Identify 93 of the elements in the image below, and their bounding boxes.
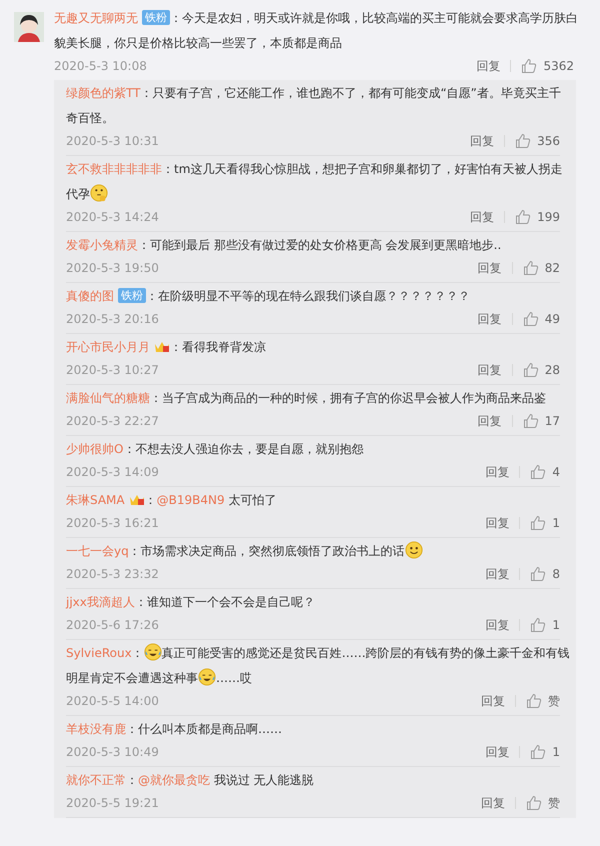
like-count: 17 bbox=[544, 413, 560, 430]
comment-time: 2020-5-3 14:09 bbox=[66, 464, 159, 481]
like-icon[interactable] bbox=[515, 133, 532, 149]
like-icon[interactable] bbox=[522, 413, 539, 429]
comment-text: 一七一会yq：市场需求决定商品，突然彻底领悟了政治书上的话 bbox=[66, 539, 572, 564]
fan-badge: 铁粉 bbox=[142, 10, 170, 25]
like-icon[interactable] bbox=[530, 744, 546, 760]
reply-link[interactable]: 回复 bbox=[485, 564, 510, 584]
like-icon[interactable] bbox=[526, 693, 542, 709]
like-count: 28 bbox=[544, 362, 560, 379]
fan-badge: 铁粉 bbox=[118, 288, 146, 303]
like-icon[interactable] bbox=[515, 209, 532, 225]
comment-text: 羊枝没有鹿：什么叫本质都是商品啊…… bbox=[66, 721, 283, 738]
comment-text: SylvieRoux： 真正可能受害的感觉还是贫民百姓……跨阶层的有钱有势的像土豪千金和有钱明星肯定不会遭遇这种事 ……哎 bbox=[66, 641, 572, 691]
username-link[interactable]: 少帅很帅O bbox=[66, 442, 124, 456]
comment-text: 无趣又无聊两无 铁粉 ：今天是农妇，明天或许就是你哦，比较高端的买主可能就会要求高学历肤白貌美长腿，你只是价格比较高一些罢了，本质都是商品 bbox=[54, 9, 579, 52]
reply-link[interactable]: 回复 bbox=[470, 207, 494, 227]
like-count: 49 bbox=[544, 311, 560, 328]
like-icon[interactable] bbox=[526, 795, 542, 811]
like-count: 82 bbox=[544, 260, 560, 277]
comment-text: 发霉小兔精灵：可能到最后 那些没有做过爱的处女价格更高 会发展到更黑暗地步.. bbox=[66, 237, 502, 254]
mention-link[interactable]: @就你最贪吃 bbox=[138, 773, 210, 787]
like-count: 1 bbox=[552, 617, 560, 634]
reply-link[interactable]: 回复 bbox=[485, 615, 510, 635]
laughing-tears-emoji-icon bbox=[144, 643, 162, 661]
comment-time: 2020-5-3 10:08 bbox=[54, 58, 147, 75]
username-link[interactable]: 朱琳SAMA bbox=[66, 493, 125, 507]
laughing-tears-emoji-icon bbox=[198, 668, 216, 686]
comment-time: 2020-5-5 14:00 bbox=[66, 693, 159, 710]
reply-link[interactable]: 回复 bbox=[481, 793, 505, 813]
reply-link[interactable]: 回复 bbox=[485, 742, 510, 762]
comment-text: 少帅很帅O：不想去没人强迫你去，要是自愿，就别抱怨 bbox=[66, 441, 364, 458]
username-link[interactable]: 真傻的图 bbox=[66, 289, 114, 303]
like-icon[interactable] bbox=[530, 464, 546, 480]
username-link[interactable]: 一七一会yq bbox=[66, 544, 129, 558]
like-icon[interactable] bbox=[530, 566, 546, 582]
smile-emoji-icon bbox=[404, 541, 423, 559]
comment-time: 2020-5-3 10:31 bbox=[66, 133, 159, 150]
like-count: 赞 bbox=[548, 693, 560, 710]
like-count: 5362 bbox=[543, 58, 574, 75]
like-count: 4 bbox=[552, 464, 560, 481]
like-count: 8 bbox=[552, 566, 560, 583]
username-link[interactable]: 玄不救非非非非非 bbox=[66, 162, 162, 176]
reply-link[interactable]: 回复 bbox=[478, 360, 502, 380]
reply-link[interactable]: 回复 bbox=[485, 513, 510, 533]
username-link[interactable]: 无趣又无聊两无 bbox=[54, 11, 138, 25]
comment-time: 2020-5-3 22:27 bbox=[66, 413, 159, 430]
comment-text: 玄不救非非非非非：tm这几天看得我心惊胆战，想把子宫和卵巢都切了，好害怕有天被人拐走代孕 bbox=[66, 161, 564, 204]
like-icon[interactable] bbox=[522, 260, 539, 276]
comment-text: 绿颜色的紫TT：只要有子宫，它还能工作，谁也跑不了，都有可能变成“自愿”者。毕竟买主千奇百怪。 bbox=[66, 85, 562, 127]
comment-text: 满脸仙气的糖糖：当子宫成为商品的一种的时候，拥有子宫的你迟早会被人作为商品来品鉴 bbox=[66, 390, 547, 407]
comment-time: 2020-5-3 20:16 bbox=[66, 311, 159, 328]
like-icon[interactable] bbox=[521, 58, 538, 74]
username-link[interactable]: 发霉小兔精灵 bbox=[66, 238, 138, 252]
avatar-icon[interactable] bbox=[14, 12, 44, 42]
like-icon[interactable] bbox=[522, 362, 539, 378]
comment-time: 2020-5-5 19:21 bbox=[66, 795, 159, 812]
username-link[interactable]: 开心市民小月月 bbox=[66, 340, 150, 354]
reply-link[interactable]: 回复 bbox=[478, 411, 502, 431]
like-count: 199 bbox=[537, 209, 560, 226]
comment-text: jjxx我滴超人：谁知道下一个会不会是自己呢？ bbox=[66, 594, 316, 611]
username-link[interactable]: jjxx我滴超人 bbox=[66, 595, 135, 609]
reply-link[interactable]: 回复 bbox=[485, 462, 510, 482]
comment-time: 2020-5-3 10:27 bbox=[66, 362, 159, 379]
comment-time: 2020-5-3 16:21 bbox=[66, 515, 159, 532]
like-count: 1 bbox=[552, 744, 560, 761]
comment-time: 2020-5-3 23:32 bbox=[66, 566, 159, 583]
mention-link[interactable]: @B19B4N9 bbox=[156, 493, 225, 507]
comment-time: 2020-5-3 14:24 bbox=[66, 209, 159, 226]
like-count: 356 bbox=[537, 133, 560, 150]
comment-time: 2020-5-6 17:26 bbox=[66, 617, 159, 634]
username-link[interactable]: SylvieRoux bbox=[66, 646, 132, 660]
like-icon[interactable] bbox=[522, 311, 539, 327]
reply-link[interactable]: 回复 bbox=[478, 258, 502, 278]
comment-text: 就你不正常：@就你最贪吃 我说过 无人能逃脱 bbox=[66, 772, 315, 789]
reply-link[interactable]: 回复 bbox=[470, 131, 494, 151]
reply-link[interactable]: 回复 bbox=[481, 691, 505, 711]
reply-link[interactable]: 回复 bbox=[478, 309, 502, 329]
comment-text: 朱琳SAMA ：@B19B4N9 太可怕了 bbox=[66, 491, 278, 509]
like-count: 1 bbox=[552, 515, 560, 532]
username-link[interactable]: 羊枝没有鹿 bbox=[66, 722, 126, 736]
comment-time: 2020-5-3 19:50 bbox=[66, 260, 159, 277]
username-link[interactable]: 满脸仙气的糖糖 bbox=[66, 391, 150, 405]
reply-link[interactable]: 回复 bbox=[476, 56, 500, 76]
username-link[interactable]: 绿颜色的紫TT bbox=[66, 86, 140, 100]
thinking-emoji-icon bbox=[90, 184, 108, 202]
like-icon[interactable] bbox=[530, 515, 546, 531]
comment-text: 开心市民小月月 ：看得我脊背发凉 bbox=[66, 338, 267, 356]
comment-text: 真傻的图 铁粉 ：在阶级明显不平等的现在特么跟我们谈自愿？？？？？？？ bbox=[66, 287, 471, 305]
username-link[interactable]: 就你不正常 bbox=[66, 773, 126, 787]
comment-time: 2020-5-3 10:49 bbox=[66, 744, 159, 761]
like-icon[interactable] bbox=[530, 617, 546, 633]
like-count: 赞 bbox=[548, 795, 560, 812]
